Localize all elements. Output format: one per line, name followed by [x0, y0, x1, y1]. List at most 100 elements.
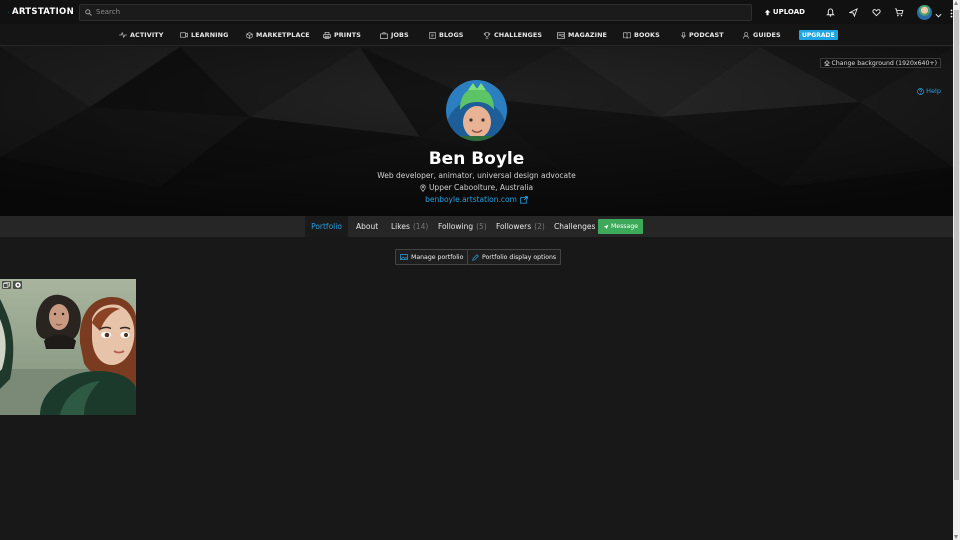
portfolio-item-thumbnail[interactable] — [0, 279, 136, 415]
nav-activity-label: ACTIVITY — [130, 31, 164, 39]
nav-jobs-label: JOBS — [391, 31, 409, 39]
marketplace-icon — [246, 31, 253, 39]
scroll-down-arrow-icon[interactable] — [954, 535, 958, 539]
activity-icon — [119, 32, 127, 38]
books-icon — [623, 31, 631, 39]
tab-following-count: (5) — [476, 222, 487, 231]
profile-location-text: Upper Caboolture, Australia — [428, 183, 534, 192]
main-nav: ACTIVITY LEARNING MARKETPLACE PRINTS JOB… — [0, 24, 953, 46]
tab-about-label: About — [356, 222, 379, 231]
profile-website-text: benboyle.artstation.com — [425, 195, 517, 204]
upgrade-button[interactable]: UPGRADE — [799, 30, 838, 40]
nav-podcast[interactable]: PODCAST — [681, 24, 724, 46]
message-button[interactable]: Message — [598, 219, 643, 234]
search-input[interactable] — [96, 8, 736, 16]
tab-portfolio-label: Portfolio — [311, 222, 342, 231]
nav-books[interactable]: BOOKS — [623, 24, 660, 46]
nav-guides-label: GUIDES — [753, 31, 781, 39]
nav-activity[interactable]: ACTIVITY — [119, 24, 163, 46]
tab-likes-count: (14) — [412, 222, 429, 231]
send-icon — [603, 224, 609, 229]
upload-icon — [764, 9, 771, 15]
tab-portfolio[interactable]: Portfolio — [305, 216, 348, 237]
artwork-image — [0, 279, 136, 415]
artstation-logo-icon — [8, 11, 9, 13]
nav-learning-label: LEARNING — [191, 31, 229, 39]
close-circle-icon[interactable] — [13, 281, 22, 289]
jobs-icon — [380, 31, 388, 39]
upload-label: UPLOAD — [772, 8, 805, 16]
nav-guides[interactable]: GUIDES — [742, 24, 781, 46]
scroll-up-arrow-icon[interactable] — [954, 1, 958, 5]
map-pin-icon — [420, 184, 426, 192]
upload-button[interactable]: UPLOAD — [764, 8, 805, 16]
profile-location: Upper Caboolture, Australia — [0, 183, 953, 192]
tab-followers-label: Followers — [496, 222, 532, 231]
nav-challenges[interactable]: CHALLENGES — [483, 24, 542, 46]
image-icon — [400, 254, 408, 260]
notifications-icon[interactable] — [825, 6, 837, 18]
tab-challenges[interactable]: Challenges — [554, 216, 595, 237]
tab-following-label: Following — [438, 222, 474, 231]
nav-marketplace[interactable]: MARKETPLACE — [246, 24, 310, 46]
learning-icon — [180, 32, 188, 38]
nav-prints-label: PRINTS — [334, 31, 361, 39]
blogs-icon — [429, 31, 436, 39]
magazine-icon — [557, 31, 565, 39]
profile-name: Ben Boyle — [428, 149, 525, 169]
nav-prints[interactable]: PRINTS — [323, 24, 361, 46]
prints-icon — [323, 31, 331, 39]
pencil-icon — [472, 253, 479, 261]
tab-followers[interactable]: Followers (2) — [496, 216, 545, 237]
message-button-label: Message — [610, 223, 639, 230]
profile-avatar — [446, 80, 507, 141]
portfolio-display-options-label: Portfolio display options — [482, 253, 557, 261]
user-avatar[interactable] — [917, 4, 933, 20]
profile-tabs: Portfolio About Likes (14) Following (5)… — [0, 216, 953, 237]
podcast-icon — [681, 31, 686, 39]
help-link[interactable]: Help — [917, 87, 941, 95]
tab-followers-count: (2) — [534, 222, 545, 231]
heart-icon[interactable] — [871, 6, 883, 18]
profile-website-link[interactable]: benboyle.artstation.com — [0, 195, 953, 204]
challenges-icon — [483, 31, 491, 39]
tab-challenges-label: Challenges — [554, 222, 596, 231]
tab-about[interactable]: About — [356, 216, 378, 237]
top-bar: ARTSTATION UPLOAD — [0, 0, 953, 24]
manage-portfolio-button[interactable]: Manage portfolio — [395, 249, 469, 265]
guides-icon — [742, 31, 750, 39]
send-icon[interactable] — [848, 6, 860, 18]
nav-blogs[interactable]: BLOGS — [429, 24, 464, 46]
thumbnail-badges — [2, 281, 24, 289]
profile-headline: Web developer, animator, universal desig… — [377, 171, 576, 180]
artstation-logo[interactable]: ARTSTATION — [8, 7, 74, 17]
nav-jobs[interactable]: JOBS — [380, 24, 409, 46]
nav-challenges-label: CHALLENGES — [494, 31, 543, 39]
upload-icon — [823, 60, 830, 66]
search-icon — [85, 8, 92, 16]
manage-portfolio-label: Manage portfolio — [411, 253, 464, 261]
nav-magazine-label: MAGAZINE — [568, 31, 608, 39]
nav-learning[interactable]: LEARNING — [180, 24, 228, 46]
page-scrollbar[interactable] — [953, 0, 960, 540]
help-label: Help — [926, 87, 941, 95]
scrollbar-thumb[interactable] — [954, 10, 959, 480]
portfolio-display-options-button[interactable]: Portfolio display options — [467, 249, 562, 265]
tab-likes[interactable]: Likes (14) — [391, 216, 428, 237]
nav-blogs-label: BLOGS — [439, 31, 464, 39]
brand-name: ARTSTATION — [11, 7, 74, 17]
profile-hero: Change background (1920x640+) Help Ben B… — [0, 47, 953, 216]
chevron-down-icon[interactable] — [935, 3, 942, 22]
change-background-button[interactable]: Change background (1920x640+) — [819, 58, 941, 68]
change-background-label: Change background (1920x640+) — [831, 59, 937, 67]
nav-podcast-label: PODCAST — [689, 31, 724, 39]
search-box[interactable] — [79, 3, 752, 21]
nav-books-label: BOOKS — [634, 31, 660, 39]
nav-marketplace-label: MARKETPLACE — [256, 31, 310, 39]
nav-magazine[interactable]: MAGAZINE — [557, 24, 607, 46]
multiple-images-icon — [2, 281, 11, 289]
tab-following[interactable]: Following (5) — [438, 216, 487, 237]
external-link-icon — [520, 195, 528, 204]
help-icon — [917, 87, 925, 95]
cart-icon[interactable] — [893, 6, 905, 18]
